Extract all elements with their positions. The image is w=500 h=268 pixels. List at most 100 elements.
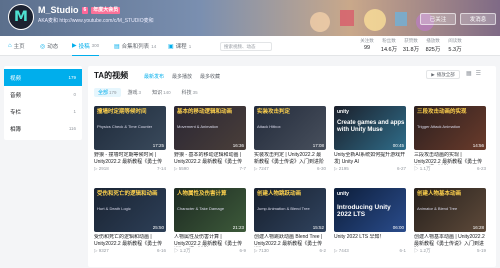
filter-all[interactable]: 全部179: [94, 88, 121, 97]
play-count: ▷ 2918: [94, 166, 109, 172]
play-count-value: 1.2万: [179, 248, 191, 253]
video-date: 6-9: [239, 248, 246, 253]
sort-latest[interactable]: 最新发布: [144, 73, 164, 80]
filter-game[interactable]: 游戏3: [124, 88, 146, 97]
video-thumbnail[interactable]: 创建人物基本动画 Animator & Blend Tree 16:28: [414, 188, 486, 232]
video-card[interactable]: unity Introducing Unity 2022 LTS 06:00 U…: [334, 188, 406, 268]
stat-fans[interactable]: 粉丝数 14.6万: [378, 38, 400, 53]
thumbnail-title: 撞墙时定期等候时间: [97, 109, 147, 115]
tab-course[interactable]: ▣ 课程 1: [168, 36, 191, 56]
user-stats: 关注数 99 粉丝数 14.6万 获赞数 31.8万 播放数 825万 阅读数 5.3万: [356, 38, 466, 53]
thumbnail-title: 受伤和死亡的逻辑和动画: [97, 191, 158, 197]
list-view-icon[interactable]: ☰: [476, 70, 481, 77]
video-card[interactable]: 受伤和死亡的逻辑和动画 Hurt & Death Logic 25:50 受伤和…: [94, 188, 166, 268]
tab-home[interactable]: ⌂ 主页: [8, 36, 25, 56]
video-duration: 15:52: [312, 225, 324, 230]
sidebar-item-column[interactable]: 专栏 1: [4, 103, 82, 120]
video-meta: ▷ 1.2万 5-19: [414, 248, 486, 254]
video-meta: ▷ 7247 6-30: [254, 166, 326, 172]
video-title[interactable]: 野狼 - 撞墙时定期等候时间 | Unity2022.2 最新教程《勇士传: [94, 152, 166, 165]
video-card[interactable]: 创建人物跳跃动画 Jump Animation & Blend Tree 15:…: [254, 188, 326, 268]
video-thumbnail[interactable]: 基本的移动逻辑和动画 Movement & Animation 16:36: [174, 106, 246, 150]
video-card[interactable]: 人物属性及伤害计算 Character & Take Damage 21:23 …: [174, 188, 246, 268]
follow-button[interactable]: 已关注: [420, 13, 456, 25]
video-duration: 17:25: [152, 143, 164, 148]
thumbnail-title: 创建人物跳跃动画: [257, 191, 302, 197]
grid-view-icon[interactable]: ▦: [466, 70, 472, 77]
video-title[interactable]: 三段攻击动画的实现 | Unity2022.2 最新教程《勇士传说》入门到进阶: [414, 152, 486, 165]
video-title[interactable]: Unity全新AI系统如何提升游戏开发| Unity AI: [334, 152, 406, 165]
filter-knowledge[interactable]: 知识140: [148, 88, 175, 97]
filter-tech[interactable]: 科技35: [178, 88, 202, 97]
video-thumbnail[interactable]: 人物属性及伤害计算 Character & Take Damage 21:23: [174, 188, 246, 232]
video-card[interactable]: 基本的移动逻辑和动画 Movement & Animation 16:36 野狼…: [174, 106, 246, 186]
video-thumbnail[interactable]: 实装攻击判定 Attack Hitbox 17:08: [254, 106, 326, 150]
stat-key: 关注数: [360, 38, 374, 43]
stat-key: 粉丝数: [382, 38, 396, 43]
play-count-value: 2195: [338, 166, 349, 171]
thumbnail-subtitle: Hurt & Death Logic: [97, 206, 131, 211]
video-title[interactable]: 实装攻击判定 | Unity2022.2 最新教程《勇士传说》入门到进阶 | 4…: [254, 152, 326, 165]
tab-count: 300: [91, 43, 100, 48]
stat-likes: 获赞数 31.8万: [400, 38, 422, 53]
sidebar-item-video[interactable]: 视频 179: [4, 69, 82, 86]
filter-label: 全部: [98, 90, 109, 96]
search-input[interactable]: 搜索视频、动态: [220, 42, 272, 51]
video-duration: 00:45: [392, 143, 404, 148]
video-title[interactable]: Unity 2022 LTS 早知！: [334, 234, 406, 247]
video-title[interactable]: 人物属性及伤害计算 | Unity2022.2 最新教程《勇士传说》入门到进阶: [174, 234, 246, 247]
message-button[interactable]: 发消息: [460, 13, 496, 25]
profile-nav: ⌂ 主页 ◎ 动态 ▶ 投稿 300 ▤ 合集和列表 14 ▣ 课程 1 搜索视…: [0, 36, 500, 56]
video-duration: 16:28: [472, 225, 484, 230]
video-thumbnail[interactable]: 受伤和死亡的逻辑和动画 Hurt & Death Logic 25:50: [94, 188, 166, 232]
content-type-sidebar: 视频 179 音频 0 专栏 1 相簿 116: [4, 66, 82, 140]
unity-logo: unity: [337, 191, 349, 197]
upload-icon: ▶: [72, 43, 77, 49]
video-card[interactable]: 实装攻击判定 Attack Hitbox 17:08 实装攻击判定 | Unit…: [254, 106, 326, 186]
video-date: 6-2: [319, 248, 326, 253]
sidebar-item-label: 相簿: [10, 126, 22, 133]
video-thumbnail[interactable]: unity Create games and apps with Unity M…: [334, 106, 406, 150]
sort-most-favorited[interactable]: 最多收藏: [200, 73, 220, 80]
sidebar-item-album[interactable]: 相簿 116: [4, 120, 82, 137]
video-card[interactable]: 三段攻击动画的实现 Trigger Attack Animation 14:56…: [414, 106, 486, 186]
filter-count: 179: [109, 90, 117, 95]
sidebar-item-count: 116: [68, 126, 76, 131]
video-thumbnail[interactable]: 撞墙时定期等候时间 Physics Check & Time Counter 1…: [94, 106, 166, 150]
stat-plays: 播放数 825万: [422, 38, 444, 53]
thumbnail-subtitle: Physics Check & Time Counter: [97, 124, 153, 129]
video-thumbnail[interactable]: 三段攻击动画的实现 Trigger Attack Animation 14:56: [414, 106, 486, 150]
video-title[interactable]: 创建人物跳跃动画 Blend Tree | Unity2022.2 最新教程《勇…: [254, 234, 326, 247]
stat-key: 阅读数: [448, 38, 462, 43]
sort-most-played[interactable]: 最多播放: [172, 73, 192, 80]
tab-upload[interactable]: ▶ 投稿 300: [72, 36, 100, 56]
video-meta: ▷ 2195 6-27: [334, 166, 406, 172]
filter-count: 35: [192, 90, 198, 95]
play-count: ▷ 7443: [334, 248, 349, 254]
video-title[interactable]: 创建人物基本动画 | Unity2022.2 最新教程《勇士传说》入门到进阶: [414, 234, 486, 247]
video-title[interactable]: 受伤和死亡的逻辑和动画 | Unity2022.2 最新教程《勇士传: [94, 234, 166, 247]
video-title[interactable]: 野狼 - 基本的移动逻辑和动画 | Unity2022.2 最新教程《勇士传: [174, 152, 246, 165]
play-all-button[interactable]: ▶ 播放全部: [426, 70, 460, 79]
avatar[interactable]: M: [8, 4, 34, 30]
tab-collection[interactable]: ▤ 合集和列表 14: [114, 36, 156, 56]
play-count-value: 5590: [178, 166, 189, 171]
sidebar-item-label: 视频: [10, 75, 22, 82]
play-all-label: 播放全部: [436, 71, 455, 77]
video-card[interactable]: 撞墙时定期等候时间 Physics Check & Time Counter 1…: [94, 106, 166, 186]
video-meta: ▷ 2918 7-14: [94, 166, 166, 172]
video-panel: TA的视频 最新发布 最多播放 最多收藏 ▶ 播放全部 ▦ ☰ 全部179 游戏3…: [88, 66, 496, 267]
play-count-value: 2918: [98, 166, 109, 171]
video-date: 6-27: [396, 166, 406, 171]
tab-label: 课程: [175, 44, 187, 50]
course-icon: ▣: [168, 43, 174, 50]
sidebar-item-audio[interactable]: 音频 0: [4, 86, 82, 103]
video-thumbnail[interactable]: 创建人物跳跃动画 Jump Animation & Blend Tree 15:…: [254, 188, 326, 232]
video-card[interactable]: 创建人物基本动画 Animator & Blend Tree 16:28 创建人…: [414, 188, 486, 268]
stat-following[interactable]: 关注数 99: [356, 38, 378, 53]
stat-key: 获赞数: [404, 38, 418, 43]
video-thumbnail[interactable]: unity Introducing Unity 2022 LTS 06:00: [334, 188, 406, 232]
play-count: ▷ 1.1万: [414, 166, 431, 172]
tab-dynamic[interactable]: ◎ 动态: [40, 36, 58, 56]
video-card[interactable]: unity Create games and apps with Unity M…: [334, 106, 406, 186]
